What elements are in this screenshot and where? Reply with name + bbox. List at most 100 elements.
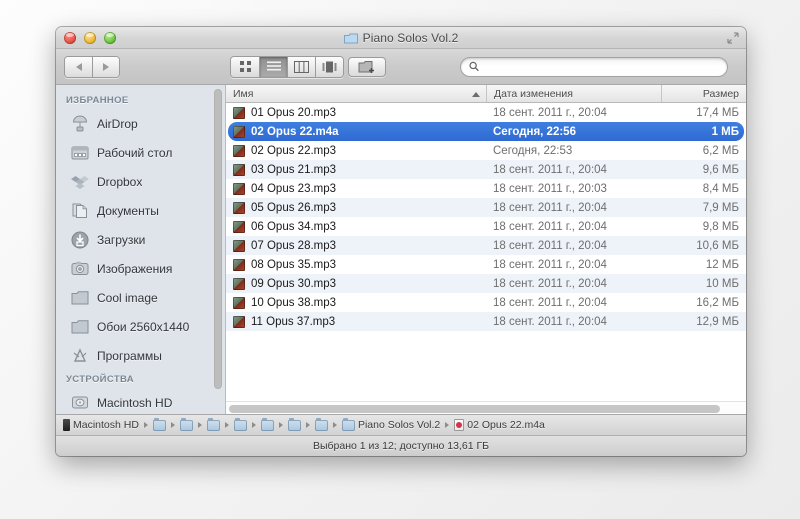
sidebar-item-label: Программы [97,349,162,363]
status-bar: Выбрано 1 из 12; доступно 13,61 ГБ [56,435,746,456]
documents-icon [70,201,89,220]
grid-icon [239,60,252,73]
file-name-label: 04 Opus 23.mp3 [251,183,336,195]
file-name-label: 10 Opus 38.mp3 [251,297,336,309]
forward-button[interactable] [92,57,119,77]
file-size-cell: 7,9 МБ [661,202,746,214]
table-row[interactable]: 01 Opus 20.mp318 сент. 2011 г., 20:0417,… [226,103,746,122]
breadcrumb-item[interactable] [153,420,166,431]
file-list-rows: 01 Opus 20.mp318 сент. 2011 г., 20:0417,… [226,103,746,414]
airdrop-icon [70,114,89,133]
file-name-cell: 04 Opus 23.mp3 [226,183,486,195]
file-name-cell: 02 Opus 22.m4a [226,126,486,138]
window-title-text: Piano Solos Vol.2 [363,31,459,45]
sidebar-scrollbar[interactable] [214,89,222,389]
file-name-label: 02 Opus 22.m4a [251,126,339,138]
sidebar: ИЗБРАННОЕ AirDrop [56,85,226,414]
new-folder-icon [358,60,376,74]
locked-folder-icon [207,420,220,431]
sidebar-item-downloads[interactable]: Загрузки [56,225,225,254]
folder-icon [261,420,274,431]
sidebar-item-macintosh-hd[interactable]: Macintosh HD [56,388,225,414]
new-folder-with-selection-button[interactable] [348,57,386,77]
list-view-button[interactable] [259,57,287,77]
table-row[interactable]: 05 Opus 26.mp318 сент. 2011 г., 20:047,9… [226,198,746,217]
file-size-cell: 16,2 МБ [661,297,746,309]
sidebar-item-cool-image[interactable]: Cool image [56,283,225,312]
column-header-date[interactable]: Дата изменения [486,85,661,102]
sidebar-section-devices-header: УСТРОЙСТВА [56,370,225,388]
window-titlebar[interactable]: Piano Solos Vol.2 [56,27,746,49]
finder-window: Piano Solos Vol.2 [56,27,746,456]
breadcrumb-item[interactable]: Macintosh HD [63,419,139,431]
breadcrumb-item[interactable] [315,420,328,431]
home-folder-icon [180,420,193,431]
table-row[interactable]: 09 Opus 30.mp318 сент. 2011 г., 20:0410 … [226,274,746,293]
breadcrumb-item[interactable] [261,420,274,431]
table-row[interactable]: 10 Opus 38.mp3 18 сент. 2011 г., 20:0416,… [226,293,746,312]
column-view-button[interactable] [287,57,315,77]
sidebar-item-label: Загрузки [97,233,145,247]
search-field[interactable] [460,57,728,77]
folder-icon [315,420,328,431]
table-row[interactable]: 11 Opus 37.mp318 сент. 2011 г., 20:0412,… [226,312,746,331]
horizontal-scrollbar-thumb[interactable] [229,405,720,413]
column-header-name-label: Имя [233,88,253,100]
breadcrumb-item[interactable] [207,420,220,431]
audio-file-icon [233,240,245,252]
horizontal-scrollbar[interactable] [226,401,746,414]
file-date-cell: 18 сент. 2011 г., 20:04 [486,221,661,233]
sidebar-item-pictures[interactable]: Изображения [56,254,225,283]
sidebar-item-desktop[interactable]: Рабочий стол [56,138,225,167]
breadcrumb-item[interactable]: Piano Solos Vol.2 [342,419,440,431]
table-row[interactable]: 08 Opus 35.mp318 сент. 2011 г., 20:0412 … [226,255,746,274]
audio-file-icon [233,316,245,328]
file-name-cell: 01 Opus 20.mp3 [226,107,486,119]
file-date-cell: 18 сент. 2011 г., 20:04 [486,316,661,328]
desktop-icon [70,143,89,162]
sidebar-item-dropbox[interactable]: Dropbox [56,167,225,196]
sidebar-item-label: Macintosh HD [97,396,172,410]
breadcrumb: Macintosh HD Piano Solos Vol.2 02 Opus 22.… [56,414,746,435]
file-size-cell: 10,6 МБ [661,240,746,252]
breadcrumb-item[interactable] [180,420,193,431]
folder-icon [342,420,355,431]
file-list-header: Имя Дата изменения Размер [226,85,746,103]
column-header-size-label: Размер [703,88,739,100]
sidebar-item-documents[interactable]: Документы [56,196,225,225]
file-date-cell: 18 сент. 2011 г., 20:04 [486,297,661,309]
search-input[interactable] [484,61,719,73]
file-date-cell: 18 сент. 2011 г., 20:04 [486,259,661,271]
coverflow-icon [322,61,337,73]
sidebar-item-label: Cool image [97,291,158,305]
table-row[interactable]: 04 Opus 23.mp318 сент. 2011 г., 20:038,4… [226,179,746,198]
table-row[interactable]: 06 Opus 34.mp318 сент. 2011 г., 20:049,8… [226,217,746,236]
back-button[interactable] [65,57,92,77]
sidebar-item-label: Документы [97,204,159,218]
file-name-label: 05 Opus 26.mp3 [251,202,336,214]
breadcrumb-item-label: Macintosh HD [73,419,139,431]
icon-view-button[interactable] [231,57,259,77]
file-name-cell: 08 Opus 35.mp3 [226,259,486,271]
table-row[interactable]: 02 Opus 22.m4aСегодня, 22:561 МБ [226,122,746,141]
search-icon [469,61,479,72]
breadcrumb-item[interactable]: 02 Opus 22.m4a [454,419,545,431]
sidebar-item-wallpapers[interactable]: Обои 2560x1440 [56,312,225,341]
table-row[interactable]: 03 Opus 21.mp318 сент. 2011 г., 20:049,6… [226,160,746,179]
column-header-size[interactable]: Размер [661,85,746,102]
coverflow-view-button[interactable] [315,57,343,77]
sidebar-item-airdrop[interactable]: AirDrop [56,109,225,138]
sidebar-item-applications[interactable]: Программы [56,341,225,370]
file-date-cell: Сегодня, 22:53 [486,145,661,157]
audio-file-icon [233,221,245,233]
breadcrumb-item[interactable] [288,420,301,431]
column-header-name[interactable]: Имя [226,85,486,102]
sidebar-item-label: Dropbox [97,175,142,189]
fullscreen-button[interactable] [727,32,739,44]
column-header-date-label: Дата изменения [494,88,573,100]
audio-file-icon [233,297,245,309]
breadcrumb-item[interactable] [234,420,247,431]
window-body: ИЗБРАННОЕ AirDrop [56,85,746,414]
table-row[interactable]: 07 Opus 28.mp318 сент. 2011 г., 20:0410,… [226,236,746,255]
table-row[interactable]: 02 Opus 22.mp3Сегодня, 22:536,2 МБ [226,141,746,160]
